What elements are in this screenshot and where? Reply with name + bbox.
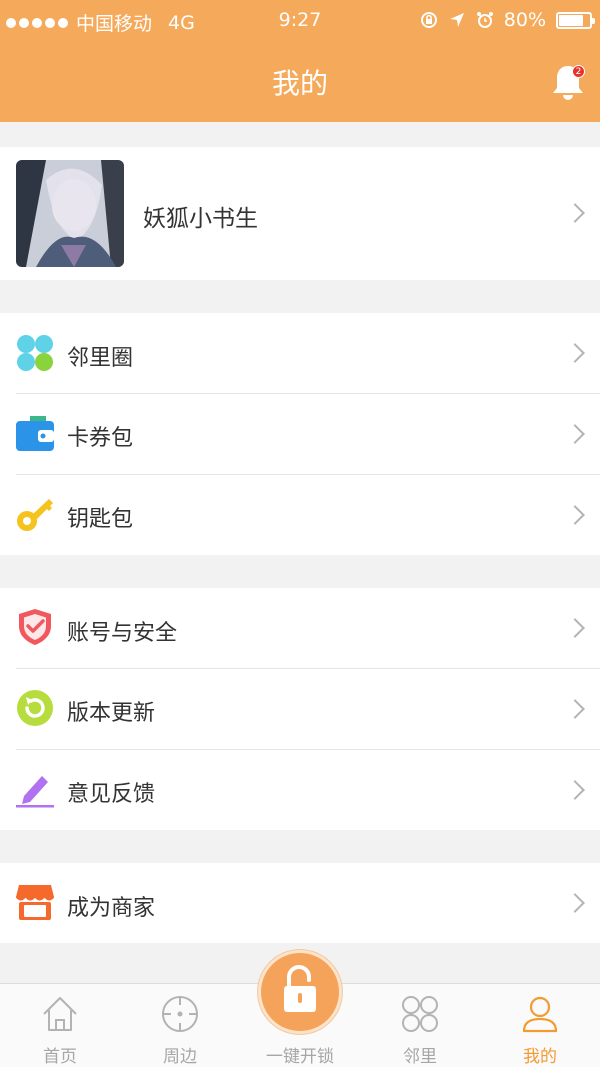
chevron-right-icon <box>565 618 585 638</box>
chevron-right-icon <box>565 505 585 525</box>
pencil-icon <box>16 770 54 808</box>
notification-badge: 2 <box>572 65 585 78</box>
target-icon <box>160 994 200 1034</box>
menu-group-merchant: 成为商家 <box>0 863 600 943</box>
menu-item-label: 账号与安全 <box>67 621 178 646</box>
avatar <box>16 160 124 267</box>
menu-item-label: 钥匙包 <box>67 507 134 532</box>
status-right: 80% <box>420 9 595 31</box>
tab-label: 我的 <box>523 1047 557 1067</box>
tab-label: 周边 <box>163 1047 197 1067</box>
menu-item-version-update[interactable]: 版本更新 <box>0 669 600 749</box>
shield-icon <box>16 608 54 646</box>
unlock-icon <box>284 965 316 1012</box>
chevron-right-icon <box>565 780 585 800</box>
battery-icon <box>556 11 595 29</box>
chevron-right-icon <box>565 699 585 719</box>
menu-item-label: 卡券包 <box>67 426 134 451</box>
store-icon <box>15 883 55 921</box>
menu-group-social: 邻里圈 卡券包 钥匙包 <box>0 313 600 555</box>
alarm-icon <box>476 11 494 29</box>
tab-mine[interactable]: 我的 <box>480 984 600 1067</box>
rotation-lock-icon <box>420 11 438 29</box>
page-title: 我的 <box>271 67 328 100</box>
menu-item-key-wallet[interactable]: 钥匙包 <box>0 475 600 555</box>
grid-icon <box>400 994 440 1034</box>
menu-group-settings: 账号与安全 版本更新 意见反馈 <box>0 588 600 830</box>
chevron-right-icon <box>565 424 585 444</box>
wallet-icon <box>16 414 54 452</box>
clover-icon <box>16 334 54 372</box>
chevron-right-icon <box>565 203 585 223</box>
tab-neighbors[interactable]: 邻里 <box>360 984 480 1067</box>
menu-item-become-merchant[interactable]: 成为商家 <box>0 863 600 943</box>
menu-item-label: 意见反馈 <box>67 782 156 807</box>
menu-item-account-security[interactable]: 账号与安全 <box>0 588 600 668</box>
profile-name: 妖狐小书生 <box>143 206 258 232</box>
chevron-right-icon <box>565 343 585 363</box>
menu-item-label: 成为商家 <box>67 896 156 921</box>
menu-item-neighborhood-circle[interactable]: 邻里圈 <box>0 313 600 393</box>
tab-label: 首页 <box>43 1047 77 1067</box>
menu-item-feedback[interactable]: 意见反馈 <box>0 750 600 830</box>
menu-item-label: 邻里圈 <box>67 346 134 371</box>
menu-item-coupon-wallet[interactable]: 卡券包 <box>0 394 600 474</box>
tab-nearby[interactable]: 周边 <box>120 984 240 1067</box>
location-icon <box>448 11 466 29</box>
key-icon <box>16 495 54 533</box>
status-bar: 中国移动 4G 9:27 80% <box>0 0 600 42</box>
chevron-right-icon <box>565 893 585 913</box>
tab-home[interactable]: 首页 <box>0 984 120 1067</box>
refresh-icon <box>16 689 54 727</box>
tab-label: 邻里 <box>403 1047 437 1067</box>
home-icon <box>40 994 80 1034</box>
app-header: 中国移动 4G 9:27 80% 我的 2 <box>0 0 600 122</box>
battery-percent: 80% <box>503 9 546 31</box>
user-icon <box>520 994 560 1034</box>
tab-label: 一键开锁 <box>266 1047 334 1067</box>
menu-item-label: 版本更新 <box>67 701 156 726</box>
profile-row[interactable]: 妖狐小书生 <box>0 147 600 280</box>
unlock-button[interactable] <box>258 950 342 1034</box>
